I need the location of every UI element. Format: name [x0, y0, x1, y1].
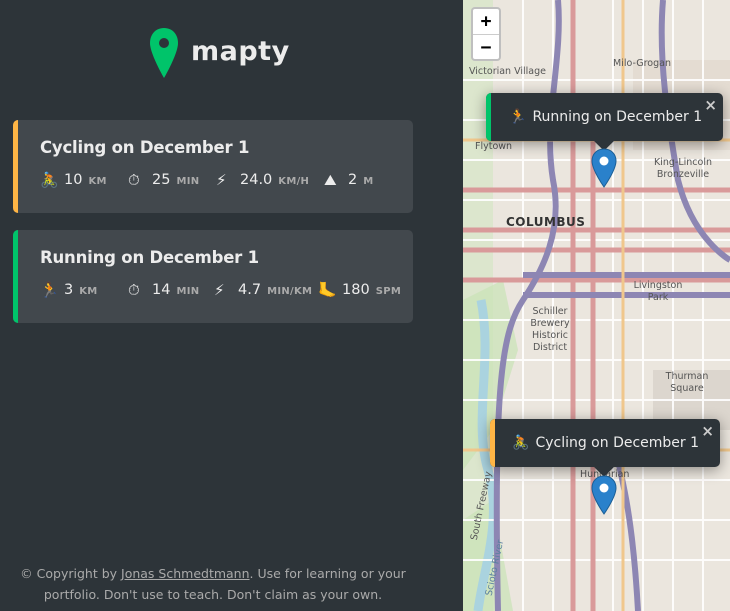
author-link[interactable]: Jonas Schmedtmann	[121, 566, 250, 581]
detail-unit: SPM	[375, 285, 402, 297]
zoom-out-button[interactable]: −	[473, 34, 499, 59]
workout-details: 🏃 3 KM ⏱ 14 MIN ⚡ 4.7 MIN/KM 🦶 180 SPM	[40, 281, 413, 299]
lightning-icon: ⚡	[214, 281, 225, 299]
zoom-in-button[interactable]: +	[473, 9, 499, 34]
map-marker-running[interactable]	[591, 148, 617, 188]
detail-unit: MIN/KM	[267, 285, 313, 297]
map-label-livingston-park: Livingston Park	[633, 280, 683, 303]
stopwatch-icon: ⏱	[128, 281, 140, 299]
workout-list: Cycling on December 1 🚴 10 KM ⏱ 25 MIN ⚡…	[13, 120, 413, 340]
detail-value: 3	[64, 282, 74, 298]
close-icon[interactable]: ×	[701, 422, 714, 440]
workout-detail-duration: ⏱ 14 MIN	[128, 281, 214, 299]
workout-detail-elevation: ⛰ 2 M	[324, 171, 374, 189]
logo: mapty	[149, 26, 290, 80]
lightning-icon: ⚡	[216, 171, 227, 189]
map-label-victorian-village: Victorian Village	[469, 66, 547, 77]
map[interactable]: + − Victorian Village Milo-Grogan Flytow…	[463, 0, 730, 611]
detail-value: 24.0	[240, 172, 273, 188]
sidebar: mapty Cycling on December 1 🚴 10 KM ⏱ 25…	[0, 0, 463, 611]
footprint-icon: 🦶	[318, 281, 337, 299]
map-pin-logo-icon	[150, 28, 178, 78]
cyclist-icon: 🚴	[512, 435, 530, 451]
workout-detail-distance: 🚴 10 KM	[40, 171, 128, 189]
cyclist-icon: 🚴	[40, 171, 59, 189]
runner-icon: 🏃	[509, 109, 527, 125]
workout-detail-pace: ⚡ 4.7 MIN/KM	[214, 281, 318, 299]
detail-unit: KM/H	[278, 175, 310, 187]
map-label-schiller: Schiller Brewery Historic District	[530, 306, 570, 353]
zoom-control: + −	[471, 7, 501, 61]
workout-item-cycling[interactable]: Cycling on December 1 🚴 10 KM ⏱ 25 MIN ⚡…	[13, 120, 413, 213]
map-tiles	[463, 0, 730, 611]
workout-detail-cadence: 🦶 180 SPM	[318, 281, 401, 299]
copyright-prefix: © Copyright by	[20, 566, 122, 581]
workout-item-running[interactable]: Running on December 1 🏃 3 KM ⏱ 14 MIN ⚡ …	[13, 230, 413, 323]
detail-unit: MIN	[176, 285, 200, 297]
map-label-thurman: Thurman Square	[665, 371, 709, 394]
detail-unit: KM	[88, 175, 107, 187]
detail-unit: M	[363, 175, 374, 187]
detail-value: 180	[342, 282, 370, 298]
map-label-columbus: COLUMBUS	[506, 215, 586, 229]
map-popup-running[interactable]: 🏃 Running on December 1 ×	[486, 93, 723, 151]
map-label-milo-grogan: Milo-Grogan	[613, 58, 671, 69]
detail-value: 14	[152, 282, 171, 298]
detail-unit: KM	[79, 285, 98, 297]
mountain-icon: ⛰	[324, 171, 337, 189]
workout-detail-duration: ⏱ 25 MIN	[128, 171, 216, 189]
detail-value: 10	[64, 172, 83, 188]
app-name: mapty	[191, 35, 290, 67]
popup-text: Cycling on December 1	[535, 435, 700, 451]
workout-title: Running on December 1	[40, 248, 259, 267]
detail-value: 4.7	[238, 282, 262, 298]
close-icon[interactable]: ×	[704, 96, 717, 114]
map-label-flytown: Flytown	[475, 141, 513, 152]
workout-detail-speed: ⚡ 24.0 KM/H	[216, 171, 324, 189]
stopwatch-icon: ⏱	[128, 171, 140, 189]
detail-unit: MIN	[176, 175, 200, 187]
popup-text: Running on December 1	[532, 109, 703, 125]
detail-value: 25	[152, 172, 171, 188]
map-label-king-lincoln: King-Lincoln Bronzeville	[654, 157, 712, 180]
workout-title: Cycling on December 1	[40, 138, 250, 157]
map-popup-cycling[interactable]: 🚴 Cycling on December 1 ×	[490, 419, 720, 477]
copyright-notice: © Copyright by Jonas Schmedtmann. Use fo…	[0, 563, 426, 605]
runner-icon: 🏃	[40, 281, 59, 299]
workout-detail-distance: 🏃 3 KM	[40, 281, 128, 299]
map-marker-cycling[interactable]	[591, 475, 617, 515]
detail-value: 2	[348, 172, 358, 188]
workout-details: 🚴 10 KM ⏱ 25 MIN ⚡ 24.0 KM/H ⛰ 2 M	[40, 171, 413, 189]
